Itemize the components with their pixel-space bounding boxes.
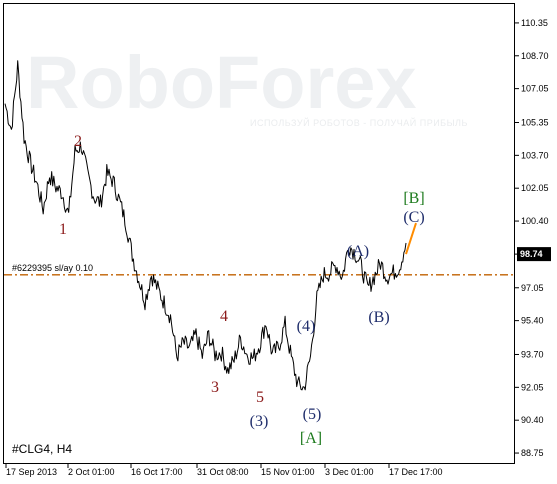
x-tick-label: 15 Nov 01:00 [261,467,315,477]
wave-label: [A] [300,430,322,447]
wave-label: 1 [59,221,67,238]
x-tick-label: 3 Dec 01:00 [325,467,374,477]
x-tick-label: 31 Oct 08:00 [197,467,249,477]
x-tick-label: 17 Dec 17:00 [389,467,443,477]
y-tick-label: 93.70 [521,349,544,359]
x-axis: 17 Sep 2013 2 Oct 01:00 16 Oct 17:00 31 Oct… [5,464,443,477]
projection-line [405,222,417,255]
chart: RoboForex ИСПОЛЬЗУЙ РОБОТОВ - ПОЛУЧАЙ ПР… [3,3,551,477]
y-tick-label: 102.05 [521,183,549,193]
y-tick-label: 110.35 [521,18,548,28]
watermark-logo: RoboForex [26,41,417,124]
x-tick-label: 17 Sep 2013 [6,467,57,477]
current-price-tag: 98.74 [517,247,551,262]
watermark: RoboForex ИСПОЛЬЗУЙ РОБОТОВ - ПОЛУЧАЙ ПР… [26,41,468,128]
wave-label: (3) [250,413,269,430]
level-line-group: #6229395 sl/ay 0.10 [4,263,515,276]
wave-label: (4) [297,318,316,335]
x-tick-label: 16 Oct 17:00 [131,467,183,477]
y-axis: 110.35 108.70 107.05 105.35 103.70 102.05 100.… [515,18,549,458]
y-tick-label: 92.05 [521,382,544,392]
wave-label: (A) [347,243,369,260]
wave-label: (5) [303,406,322,423]
wave-label: 2 [74,133,82,150]
wave-label: 3 [211,379,219,396]
level-line-label: #6229395 sl/ay 0.10 [12,263,93,273]
y-tick-label: 107.05 [521,84,549,94]
wave-labels: 1 2 3 4 5 (3) (4) (5) [A] (A) (B) (C) [B] [59,133,425,447]
wave-label: 5 [256,389,264,406]
current-price-tag-label: 98.74 [520,249,543,259]
wave-label: 4 [220,308,228,325]
wave-label: (C) [403,209,424,226]
symbol-label: #CLG4, H4 [12,442,72,456]
y-tick-label: 100.40 [521,216,549,226]
y-tick-label: 108.70 [521,51,549,61]
watermark-tagline: ИСПОЛЬЗУЙ РОБОТОВ - ПОЛУЧАЙ ПРИБЫЛЬ [250,117,468,128]
wave-label: (B) [368,309,389,326]
y-tick-label: 95.40 [521,316,544,326]
wave-label: [B] [403,190,424,207]
y-tick-label: 88.75 [521,448,544,458]
x-tick-label: 2 Oct 01:00 [68,467,115,477]
y-tick-label: 103.70 [521,150,549,160]
y-tick-label: 97.05 [521,283,544,293]
y-tick-label: 105.35 [521,117,549,127]
y-tick-label: 90.40 [521,415,544,425]
